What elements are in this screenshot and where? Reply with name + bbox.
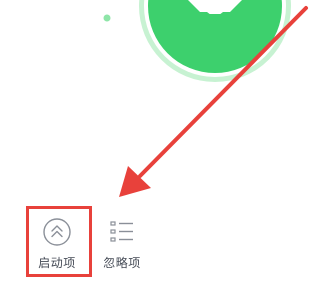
tab-startup-items[interactable]: 启动项 (25, 205, 89, 277)
tab-ignored-label: 忽略项 (103, 256, 141, 270)
list-icon (110, 221, 133, 242)
double-chevron-up-circle-icon (43, 218, 71, 246)
status-badge (103, 0, 291, 82)
screen: 启动项 忽略项 (0, 0, 311, 282)
decor-dot (103, 14, 111, 22)
tab-startup-label: 启动项 (38, 256, 76, 270)
tab-ignored-items[interactable]: 忽略项 (90, 205, 154, 277)
